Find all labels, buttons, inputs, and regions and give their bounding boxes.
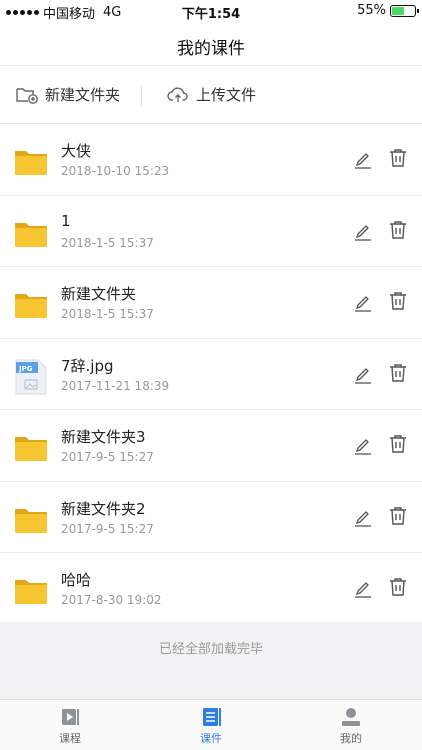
upload-file-button[interactable]: 上传文件 [166,84,256,105]
tab-label: 课程 [59,732,81,745]
user-icon [339,706,363,728]
file-row[interactable]: 1 2018-1-5 15:37 [0,196,422,267]
file-date: 2018-1-5 15:37 [61,235,154,250]
new-folder-button[interactable]: 新建文件夹 [15,84,120,105]
action-separator [141,86,142,106]
file-name: 新建文件夹 [61,285,137,303]
tab-label: 我的 [340,732,362,745]
new-folder-icon [15,85,39,105]
file-name: 新建文件夹3 [61,428,146,446]
file-row[interactable]: 新建文件夹3 2017-9-5 15:27 [0,410,422,482]
edit-icon[interactable] [354,508,372,528]
file-date: 2017-9-5 15:27 [61,521,154,536]
edit-icon[interactable] [354,293,372,313]
file-name: 7辞.jpg [61,356,114,375]
file-name: 大侠 [61,142,92,160]
trash-icon[interactable] [389,148,407,168]
edit-icon[interactable] [354,150,372,170]
tab-me[interactable]: 我的 [321,706,381,746]
trash-icon[interactable] [389,291,407,311]
load-complete-text: 已经全部加载完毕 [158,642,263,657]
status-bar: 中国移动 4G 下午1:54 55% [0,0,422,22]
edit-icon[interactable] [354,222,372,242]
cloud-upload-icon [166,85,190,105]
file-list: 大侠 2018-10-10 15:23 1 2018-1-5 15:37 新建文… [0,124,422,625]
file-name: 哈哈 [61,571,92,589]
file-row[interactable]: 哈哈 2017-8-30 19:02 [0,553,422,625]
file-date: 2018-10-10 15:23 [61,164,170,178]
tab-label: 课件 [200,732,222,745]
file-row[interactable]: JPG 7辞.jpg 2017-11-21 18:39 [0,339,422,410]
upload-file-label: 上传文件 [196,86,257,104]
trash-icon[interactable] [389,506,407,526]
edit-icon[interactable] [354,579,372,599]
load-complete-footer: 已经全部加载完毕 [0,622,422,699]
folder-icon [14,287,48,321]
new-folder-label: 新建文件夹 [45,86,121,104]
file-date: 2018-1-5 15:37 [61,307,154,321]
video-icon [58,706,82,728]
document-icon [199,706,223,728]
file-name: 1 [61,211,71,230]
file-date: 2017-11-21 18:39 [61,378,170,393]
trash-icon[interactable] [389,363,407,383]
battery-icon [390,4,419,17]
file-row[interactable]: 新建文件夹2 2017-9-5 15:27 [0,482,422,553]
trash-icon[interactable] [389,220,407,240]
file-date: 2017-8-30 19:02 [61,593,162,607]
edit-icon[interactable] [354,365,372,385]
folder-icon [14,430,48,464]
battery-percent: 55% [357,3,386,18]
file-row[interactable]: 新建文件夹 2018-1-5 15:37 [0,267,422,339]
tab-courses[interactable]: 课程 [40,706,100,746]
folder-icon [14,573,48,607]
status-right: 55% [357,3,419,18]
folder-icon [14,144,48,178]
trash-icon[interactable] [389,577,407,597]
folder-icon [14,502,48,536]
battery-fill [392,6,405,15]
edit-icon[interactable] [354,436,372,456]
file-name: 新建文件夹2 [61,499,146,518]
action-bar: 新建文件夹 上传文件 [0,66,422,124]
page-title: 我的课件 [177,39,245,59]
jpg-file-icon: JPG [14,359,48,394]
tab-bar: 课程 课件 我的 [0,699,422,750]
tab-courseware[interactable]: 课件 [181,706,241,746]
jpg-badge: JPG [18,365,33,373]
trash-icon[interactable] [389,434,407,454]
file-date: 2017-9-5 15:27 [61,450,154,464]
folder-icon [14,216,48,250]
file-row[interactable]: 大侠 2018-10-10 15:23 [0,124,422,196]
